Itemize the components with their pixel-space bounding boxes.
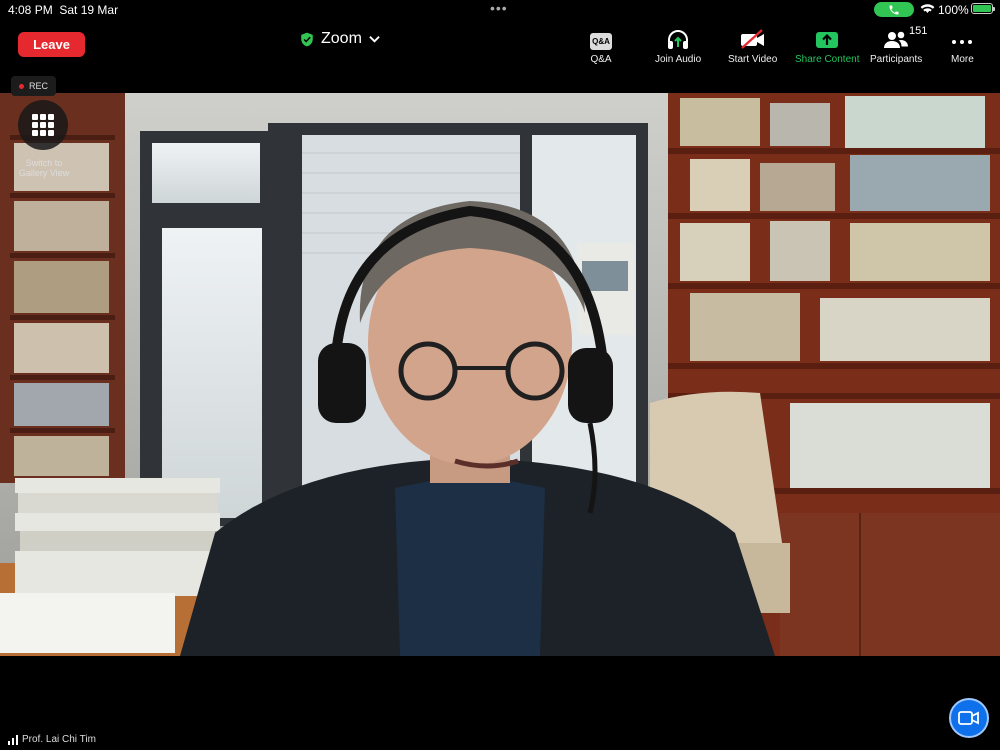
join-audio-button[interactable]: Join Audio: [655, 26, 701, 65]
meeting-title[interactable]: Zoom: [300, 30, 380, 48]
qa-icon: Q&A: [590, 33, 612, 50]
speaker-name-tag: Prof. Lai Chi Tim: [8, 734, 96, 745]
share-content-label: Share Content: [795, 54, 860, 65]
share-content-button[interactable]: Share Content: [795, 26, 860, 65]
leave-button[interactable]: Leave: [18, 32, 85, 57]
start-video-label: Start Video: [728, 54, 778, 65]
grid-icon: [32, 114, 54, 136]
speaker-video-frame: [0, 93, 1000, 656]
status-time: 4:08 PM Sat 19 Mar: [8, 3, 119, 17]
start-video-button[interactable]: Start Video: [728, 26, 777, 65]
chevron-down-icon: [369, 36, 380, 43]
battery-percent: 100%: [938, 3, 969, 17]
meeting-title-label: Zoom: [321, 30, 362, 47]
video-camera-icon: [958, 711, 979, 725]
qa-button[interactable]: Q&A Q&A: [590, 26, 612, 65]
recording-badge: REC: [11, 76, 57, 96]
more-button[interactable]: More: [951, 26, 974, 65]
headphones-icon: [668, 30, 689, 49]
meeting-toolbar: Leave Zoom Q&A Q&A Join Audio Start Vide…: [0, 20, 1000, 68]
more-label: More: [951, 54, 974, 65]
phone-icon: [889, 5, 899, 14]
battery-icon: [971, 3, 995, 14]
wifi-icon: [920, 4, 935, 13]
share-screen-icon: [816, 32, 839, 48]
qa-label: Q&A: [590, 54, 612, 65]
signal-bars-icon: [8, 735, 18, 745]
recording-label: REC: [29, 81, 49, 91]
more-dots-icon: [952, 40, 973, 44]
participants-icon: [884, 31, 909, 48]
switch-gallery-view-label: Switch to Gallery View: [18, 158, 70, 178]
camera-float-button[interactable]: [949, 698, 989, 738]
shield-check-icon: [301, 32, 313, 46]
speaker-name: Prof. Lai Chi Tim: [22, 734, 96, 745]
participants-count: 151: [909, 25, 928, 37]
multitasking-dots-icon[interactable]: •••: [490, 0, 508, 16]
switch-gallery-view-button[interactable]: [18, 100, 68, 150]
call-indicator[interactable]: [874, 2, 914, 17]
status-bar: 4:08 PM Sat 19 Mar ••• 100%: [0, 0, 1000, 20]
video-off-icon: [740, 29, 764, 49]
join-audio-label: Join Audio: [655, 54, 702, 65]
recording-dot-icon: [19, 83, 24, 89]
participants-label: Participants: [870, 54, 923, 65]
active-speaker-video[interactable]: [0, 93, 1000, 656]
